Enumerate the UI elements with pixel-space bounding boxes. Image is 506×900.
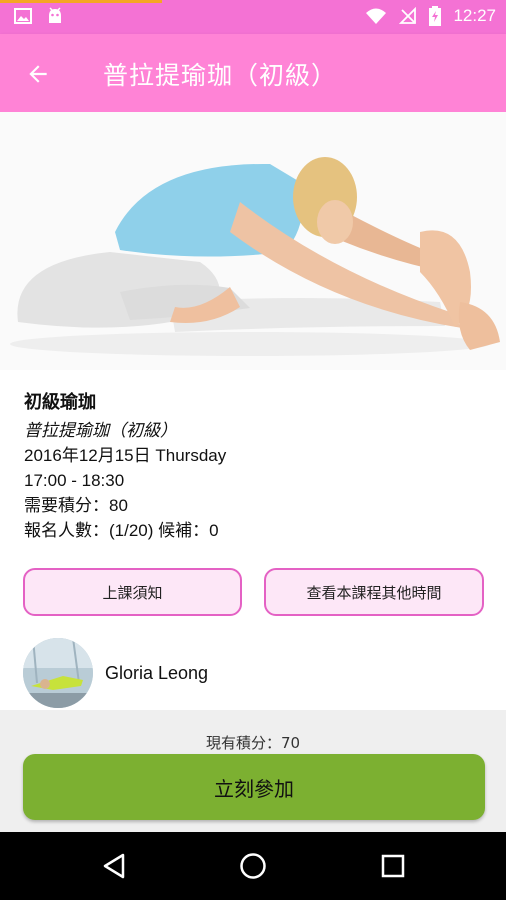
navigation-bar <box>0 832 506 900</box>
status-bar: 12:27 <box>0 0 506 34</box>
join-now-button[interactable]: 立刻參加 <box>23 754 485 820</box>
status-time: 12:27 <box>453 6 496 25</box>
nav-home-button[interactable] <box>233 846 273 886</box>
class-date: 2016年12月15日 Thursday <box>24 446 227 465</box>
class-name: 初級瑜珈 <box>24 392 96 413</box>
nav-recents-button[interactable] <box>373 846 413 886</box>
instructor-row[interactable]: Gloria Leong <box>23 638 208 708</box>
back-triangle-icon <box>103 853 125 879</box>
gallery-icon <box>14 8 32 24</box>
nav-back-button[interactable] <box>94 846 134 886</box>
avatar <box>23 638 93 708</box>
current-points: 現有積分：70 <box>205 734 301 752</box>
wifi-icon <box>366 8 387 24</box>
status-progress-bar <box>0 0 162 3</box>
other-times-button[interactable]: 查看本課程其他時間 <box>264 568 484 616</box>
class-notice-button[interactable]: 上課須知 <box>23 568 242 616</box>
battery-charging-icon <box>429 6 442 26</box>
class-hero-image <box>0 112 506 370</box>
app-bar: 普拉提瑜珈（初級） <box>0 34 506 112</box>
footer: 現有積分：70 立刻參加 <box>0 710 506 832</box>
page-title: 普拉提瑜珈（初級） <box>103 61 338 90</box>
home-circle-icon <box>240 853 266 879</box>
class-details: 初級瑜珈 普拉提瑜珈（初級） 2016年12月15日 Thursday 17:0… <box>24 388 484 543</box>
class-subtitle: 普拉提瑜珈（初級） <box>24 421 177 440</box>
enrollment-count: 報名人數：(1/20) 候補：0 <box>24 521 219 540</box>
recents-square-icon <box>381 854 405 878</box>
android-icon <box>49 7 61 23</box>
points-required: 需要積分：80 <box>24 496 128 515</box>
arrow-back-icon <box>29 65 47 83</box>
back-button[interactable] <box>20 56 56 92</box>
instructor-name: Gloria Leong <box>105 662 209 683</box>
class-time: 17:00 - 18:30 <box>24 471 125 490</box>
no-signal-icon <box>399 7 417 24</box>
